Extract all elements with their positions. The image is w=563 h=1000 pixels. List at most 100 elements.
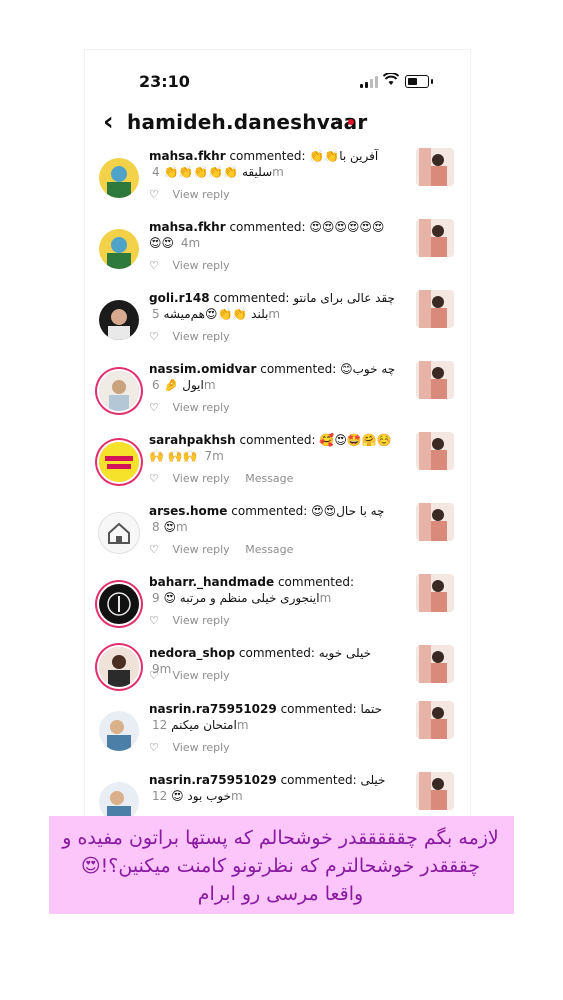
heart-icon[interactable]: ♡ (149, 330, 161, 343)
post-thumbnail[interactable] (416, 772, 454, 810)
view-reply-link[interactable]: View reply (173, 401, 230, 414)
comment-text: nasrin.ra75951029 commented: حتما امتحان… (149, 701, 397, 733)
comment-body: اینجوری خیلی منظم و مرتبه 😍 (163, 591, 320, 605)
status-time: 23:10 (139, 72, 190, 91)
comment-verb: commented: (238, 646, 315, 660)
message-link[interactable]: Message (245, 472, 293, 485)
comment-username[interactable]: baharr._handmade (149, 575, 274, 589)
avatar[interactable] (99, 513, 139, 553)
notification-dot (348, 119, 354, 125)
avatar[interactable] (99, 584, 139, 624)
comment-row[interactable]: nassim.omidvar commented: 😊چه خوب ایول 🤌… (85, 361, 470, 429)
avatar[interactable] (99, 229, 139, 269)
comment-text: goli.r148 commented: چقد عالی برای مانتو… (149, 290, 397, 322)
comment-actions: ♡ View reply (149, 259, 230, 272)
comment-verb: commented: (213, 291, 290, 305)
comment-actions: ♡ View reply Message (149, 472, 293, 485)
comment-verb: commented: (239, 433, 316, 447)
avatar[interactable] (99, 442, 139, 482)
header-username[interactable]: hamideh.daneshvaar (127, 110, 367, 134)
comment-text: arses.home commented: 😍😍چه با حال 😍 8m (149, 503, 397, 535)
message-link[interactable]: Message (245, 543, 293, 556)
comment-verb: commented: (231, 504, 308, 518)
avatar[interactable] (99, 647, 139, 687)
heart-icon[interactable]: ♡ (149, 543, 161, 556)
post-thumbnail[interactable] (416, 645, 454, 683)
back-arrow-icon[interactable]: ‹ (103, 107, 114, 137)
battery-tip (431, 79, 433, 84)
comment-actions: ♡ View reply (149, 188, 230, 201)
comment-verb: commented: (280, 702, 357, 716)
view-reply-link[interactable]: View reply (173, 614, 230, 627)
heart-icon[interactable]: ♡ (149, 669, 161, 682)
comment-row[interactable]: nasrin.ra75951029 commented: حتما امتحان… (85, 701, 470, 769)
banner-line-1: لازمه بگم چقققققدر خوشحالم که پستها برات… (62, 827, 499, 849)
comment-username[interactable]: nedora_shop (149, 646, 235, 660)
avatar[interactable] (99, 711, 139, 751)
heart-icon[interactable]: ♡ (149, 741, 161, 754)
post-thumbnail[interactable] (416, 503, 454, 541)
status-bar: 23:10 (85, 50, 470, 110)
heart-icon[interactable]: ♡ (149, 614, 161, 627)
comment-row[interactable]: mahsa.fkhr commented: 😍😍😍😍😍😍 😍😍 4m ♡ Vie… (85, 219, 470, 287)
banner-line-3: واقعا مرسی رو ابرام (197, 883, 364, 905)
comment-username[interactable]: mahsa.fkhr (149, 149, 226, 163)
phone-screen: 23:10 ‹ hamideh.daneshvaar ⌄ mahsa.fkhr … (85, 50, 470, 825)
comment-time: 4m (180, 236, 201, 250)
comment-username[interactable]: nasrin.ra75951029 (149, 702, 277, 716)
heart-icon[interactable]: ♡ (149, 401, 161, 414)
comment-text: baharr._handmade commented: اینجوری خیلی… (149, 574, 397, 606)
comment-actions: ♡ View reply (149, 614, 230, 627)
comment-text: nassim.omidvar commented: 😊چه خوب ایول 🤌… (149, 361, 397, 393)
comment-username[interactable]: goli.r148 (149, 291, 210, 305)
post-thumbnail[interactable] (416, 574, 454, 612)
profile-header: ‹ hamideh.daneshvaar ⌄ (85, 105, 470, 141)
view-reply-link[interactable]: View reply (173, 259, 230, 272)
comment-verb: commented: (229, 149, 306, 163)
comment-username[interactable]: mahsa.fkhr (149, 220, 226, 234)
post-thumbnail[interactable] (416, 219, 454, 257)
comment-row[interactable]: arses.home commented: 😍😍چه با حال 😍 8m ♡… (85, 503, 470, 571)
post-thumbnail[interactable] (416, 361, 454, 399)
post-thumbnail[interactable] (416, 148, 454, 186)
heart-icon[interactable]: ♡ (149, 188, 161, 201)
avatar[interactable] (99, 158, 139, 198)
view-reply-link[interactable]: View reply (173, 669, 230, 682)
comment-verb: commented: (229, 220, 306, 234)
chevron-down-icon[interactable]: ⌄ (333, 112, 345, 128)
avatar[interactable] (99, 371, 139, 411)
view-reply-link[interactable]: View reply (173, 543, 230, 556)
comment-username[interactable]: sarahpakhsh (149, 433, 236, 447)
comment-row[interactable]: goli.r148 commented: چقد عالی برای مانتو… (85, 290, 470, 358)
comment-verb: commented: (260, 362, 337, 376)
comment-text: nasrin.ra75951029 commented: خیلی خوب بو… (149, 772, 397, 804)
heart-icon[interactable]: ♡ (149, 259, 161, 272)
comment-actions: ♡ View reply (149, 669, 230, 682)
comment-row[interactable]: sarahpakhsh commented: 🥰😍🤩🤗☺️🙌 🙌🙌 7m ♡ V… (85, 432, 470, 500)
battery-icon (405, 75, 429, 88)
post-thumbnail[interactable] (416, 290, 454, 328)
comment-text: sarahpakhsh commented: 🥰😍🤩🤗☺️🙌 🙌🙌 7m (149, 432, 397, 464)
view-reply-link[interactable]: View reply (173, 741, 230, 754)
comment-actions: ♡ View reply (149, 330, 230, 343)
comment-text: mahsa.fkhr commented: 😍😍😍😍😍😍 😍😍 4m (149, 219, 397, 251)
wifi-icon (382, 72, 400, 90)
avatar[interactable] (99, 300, 139, 340)
post-thumbnail[interactable] (416, 432, 454, 470)
post-thumbnail[interactable] (416, 701, 454, 739)
view-reply-link[interactable]: View reply (173, 472, 230, 485)
comment-username[interactable]: nasrin.ra75951029 (149, 773, 277, 787)
view-reply-link[interactable]: View reply (173, 188, 230, 201)
view-reply-link[interactable]: View reply (173, 330, 230, 343)
comment-username[interactable]: arses.home (149, 504, 227, 518)
comment-text: mahsa.fkhr commented: 👏👏آفرین با سلیقه 👏… (149, 148, 397, 180)
comment-username[interactable]: nassim.omidvar (149, 362, 256, 376)
comment-row[interactable]: mahsa.fkhr commented: 👏👏آفرین با سلیقه 👏… (85, 148, 470, 216)
cellular-signal-icon (360, 76, 378, 88)
banner-line-2: چقققدر خوشحالترم که نظرتونو کامنت میکنین… (80, 855, 481, 877)
comment-actions: ♡ View reply Message (149, 543, 293, 556)
heart-icon[interactable]: ♡ (149, 472, 161, 485)
comment-row[interactable]: baharr._handmade commented: اینجوری خیلی… (85, 574, 470, 642)
comment-verb: commented: (280, 773, 357, 787)
comment-body: خیلی خوبه (318, 646, 371, 660)
